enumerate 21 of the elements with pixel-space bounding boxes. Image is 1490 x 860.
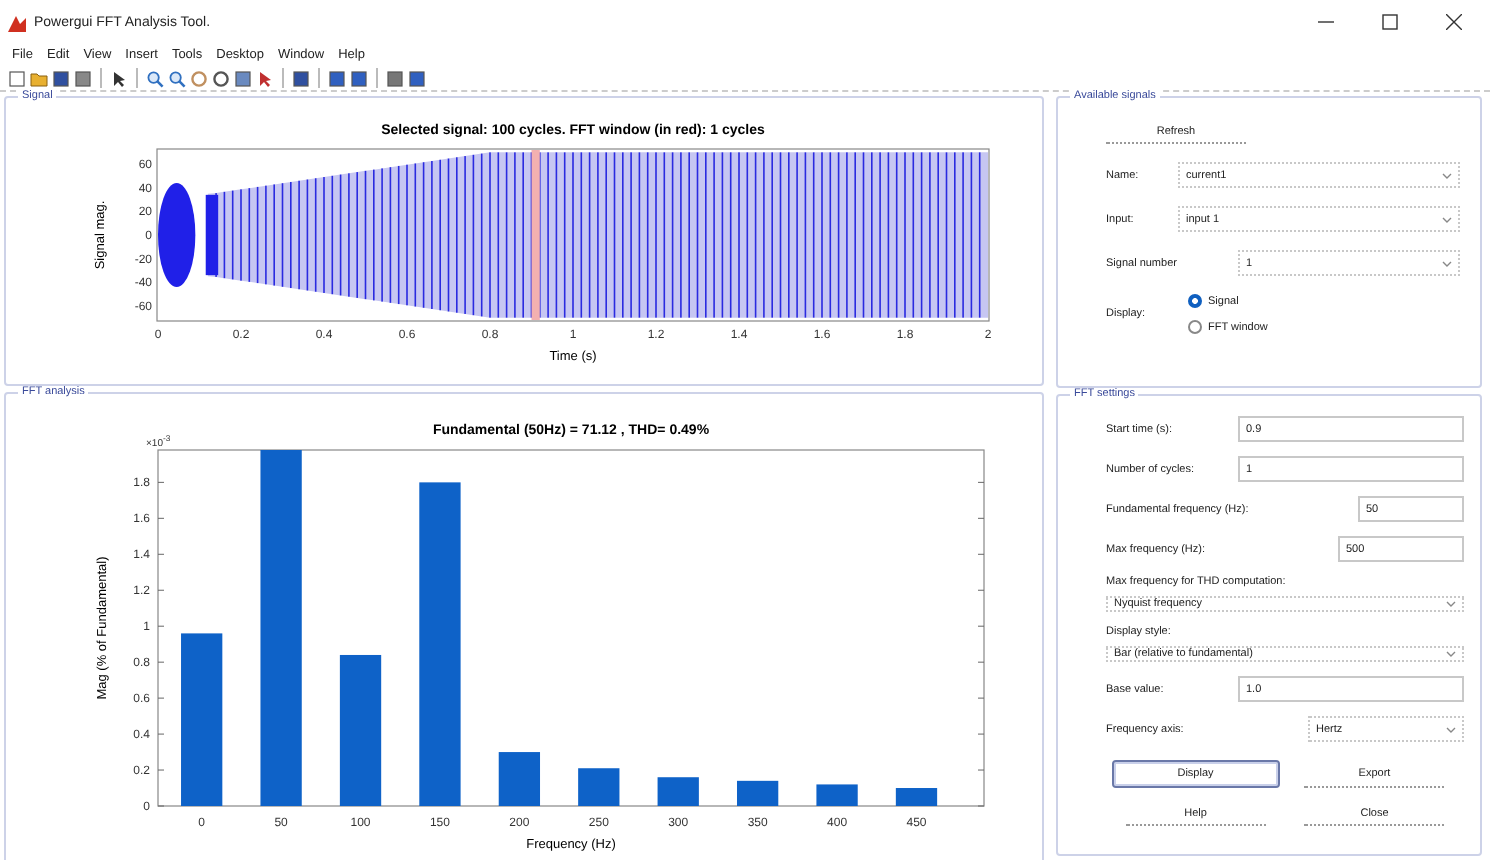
radio-icon[interactable] xyxy=(1188,294,1202,308)
zoom-in-icon[interactable] xyxy=(146,69,164,87)
caret-icon xyxy=(1446,725,1456,733)
bar xyxy=(498,752,541,806)
caret-icon xyxy=(1442,171,1452,179)
caret-icon xyxy=(1446,650,1456,658)
caret-icon xyxy=(1442,215,1452,223)
bar xyxy=(895,788,938,806)
bar xyxy=(578,768,620,806)
pointer-icon[interactable] xyxy=(110,69,128,87)
new-file-icon[interactable] xyxy=(8,69,26,87)
app-icon xyxy=(8,13,26,31)
caret-icon xyxy=(1442,259,1452,267)
close-icon[interactable] xyxy=(1446,14,1462,30)
caret-icon xyxy=(1446,600,1456,608)
bar xyxy=(657,777,699,806)
radio-icon[interactable] xyxy=(1188,320,1202,334)
bar xyxy=(816,784,858,806)
open-folder-icon[interactable] xyxy=(30,69,48,87)
maximize-icon[interactable] xyxy=(1382,14,1398,30)
zoom-out-icon[interactable] xyxy=(168,69,186,87)
